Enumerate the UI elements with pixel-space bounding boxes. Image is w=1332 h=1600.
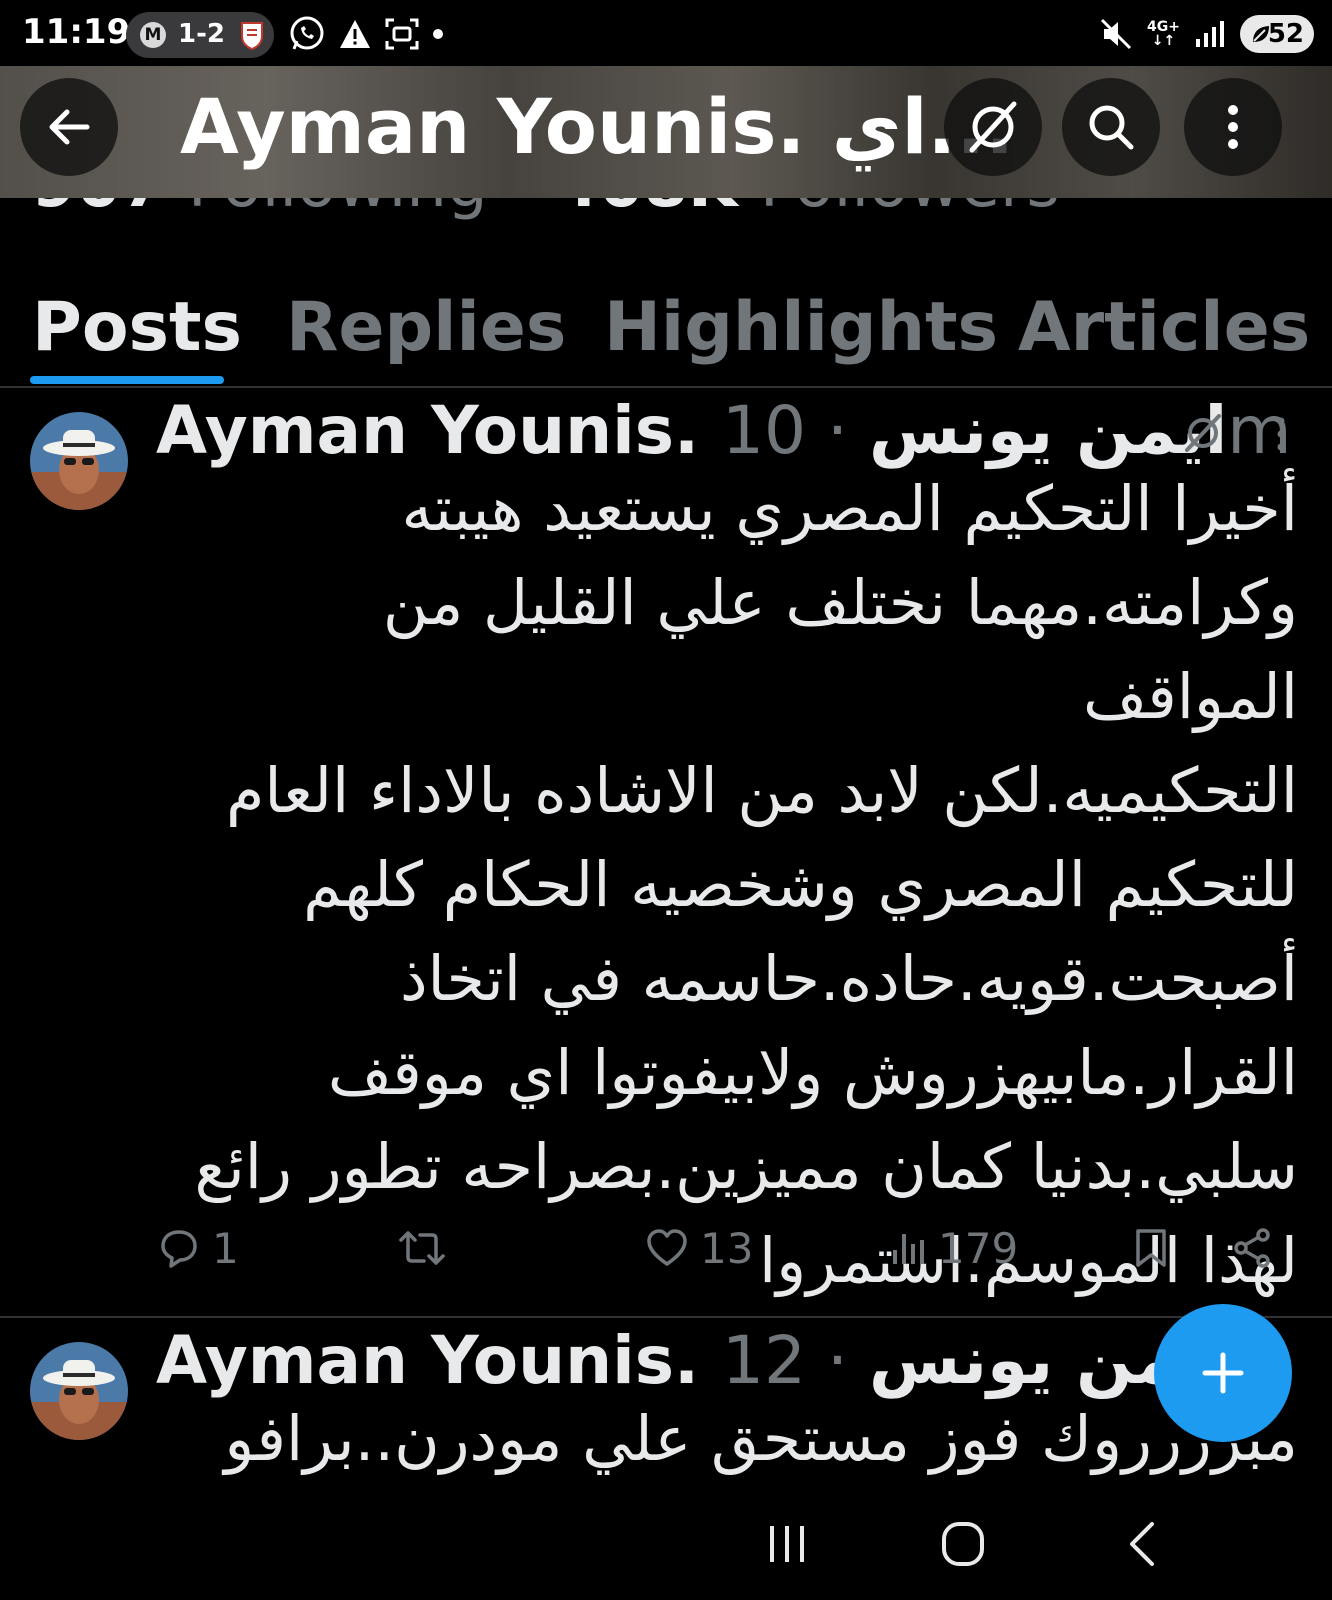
back-button[interactable] [20, 78, 118, 176]
grok-button[interactable] [944, 78, 1042, 176]
post-header: Ayman Younis. ايمن يونس · 10m [156, 392, 1292, 469]
views-button[interactable]: 179 [890, 1218, 1018, 1278]
post-more-icon[interactable] [1276, 416, 1286, 452]
post-actions: 1 13 179 [0, 1218, 1332, 1278]
power-saving-leaf-icon [1253, 26, 1269, 42]
back-nav-icon[interactable] [1124, 1520, 1158, 1568]
post-divider [0, 1316, 1332, 1318]
tab-highlights[interactable]: Highlights [604, 288, 998, 367]
post-author[interactable]: Ayman Younis. ايمن يونس [156, 392, 1227, 469]
post-text: أخيرا التحكيم المصري يستعيد هيبته وكرامت… [194, 472, 1299, 1297]
share-icon [1234, 1228, 1270, 1268]
avatar[interactable] [30, 1342, 128, 1440]
reply-count: 1 [212, 1223, 239, 1273]
share-button[interactable] [1232, 1218, 1272, 1278]
reply-icon [161, 1230, 197, 1268]
battery-level: 52 [1267, 19, 1304, 49]
avatar-image [30, 1342, 128, 1440]
signal-icon [1196, 21, 1224, 47]
tab-posts[interactable]: Posts [32, 288, 242, 367]
avatar-image [30, 412, 128, 510]
match-team-badge: M [140, 22, 166, 48]
post-separator: · [827, 1322, 848, 1399]
active-tab-indicator [30, 376, 224, 384]
network-type: 4G+ ↓↑ [1147, 19, 1180, 49]
whatsapp-icon [290, 16, 324, 50]
match-score: 1-2 [178, 19, 225, 49]
post-header: Ayman Younis. ايمن يونس · 12h [156, 1322, 1269, 1399]
grok-icon [969, 101, 1017, 153]
arrow-left-icon [49, 109, 90, 145]
view-count: 179 [938, 1223, 1019, 1273]
notification-dot-icon [433, 29, 443, 39]
bookmark-button[interactable] [1134, 1218, 1168, 1278]
reply-button[interactable]: 1 [158, 1218, 239, 1278]
tab-articles[interactable]: Articles [1018, 288, 1310, 367]
search-icon [1089, 105, 1134, 150]
tab-replies[interactable]: Replies [286, 288, 566, 367]
analytics-icon [893, 1234, 924, 1264]
repost-icon [399, 1231, 445, 1265]
post-text: مبرررروك فوز مستحق علي مودرن..برافو [224, 1402, 1298, 1475]
status-time: 11:19 [22, 12, 131, 52]
post-separator: · [827, 392, 848, 469]
bookmark-icon [1136, 1229, 1166, 1267]
like-button[interactable]: 13 [646, 1218, 753, 1278]
grok-icon[interactable] [1180, 410, 1226, 456]
compose-post-button[interactable] [1154, 1304, 1292, 1442]
more-options-button[interactable] [1184, 78, 1282, 176]
live-score-pill[interactable]: M 1-2 [126, 12, 274, 58]
search-button[interactable] [1062, 78, 1160, 176]
more-vertical-icon [1228, 105, 1238, 149]
home-icon[interactable] [940, 1520, 986, 1568]
profile-tabs: Posts Replies Highlights Articles [0, 280, 1332, 388]
profile-header-banner: Ayman Younis. اي... [0, 58, 1332, 198]
repost-button[interactable] [398, 1218, 446, 1278]
avatar[interactable] [30, 412, 128, 510]
screenshot-icon [385, 18, 419, 50]
battery-indicator: 52 [1240, 15, 1314, 53]
club-crest-icon [241, 22, 263, 50]
like-count: 13 [700, 1223, 754, 1273]
mute-icon [1100, 18, 1132, 50]
system-navigation-bar [0, 1490, 1332, 1600]
warning-icon [340, 20, 370, 48]
recent-apps-icon[interactable] [766, 1522, 808, 1566]
plus-icon [1202, 1352, 1244, 1394]
header-title: Ayman Younis. اي... [180, 82, 1014, 171]
heart-icon [647, 1229, 687, 1266]
status-bar: 11:19 M 1-2 4G+ ↓↑ 52 [0, 0, 1332, 66]
post-author[interactable]: Ayman Younis. ايمن يونس [156, 1322, 1227, 1399]
